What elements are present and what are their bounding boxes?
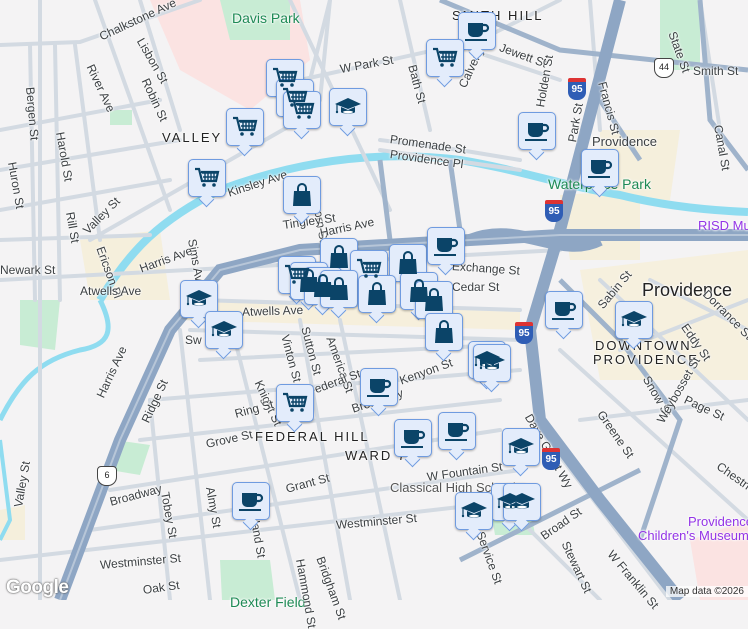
poi-label[interactable]: Providence: [688, 514, 748, 529]
coffee-cup-icon: [237, 491, 264, 513]
cafe-marker[interactable]: [360, 368, 398, 406]
grocery-marker[interactable]: [426, 39, 464, 77]
coffee-cup-icon: [365, 377, 392, 399]
shopping-bag-icon: [292, 183, 312, 207]
coffee-cup-icon: [550, 300, 577, 322]
poi-label[interactable]: Children's Museum: [638, 528, 748, 543]
neighborhood-label: DOWNTOWN: [595, 338, 692, 353]
coffee-cup-icon: [399, 428, 426, 450]
shopping-cart-icon: [431, 47, 458, 68]
poi-label[interactable]: RISD Mu: [698, 218, 748, 233]
school-marker[interactable]: [615, 301, 653, 339]
graduation-cap-icon: [210, 320, 238, 338]
shopping-cart-icon: [231, 116, 258, 137]
shopping-marker[interactable]: [358, 275, 396, 313]
shopping-cart-icon: [288, 99, 315, 120]
coffee-cup-icon: [523, 121, 550, 143]
shopping-bag-icon: [329, 277, 349, 301]
coffee-cup-icon: [586, 158, 613, 180]
i95-shield: 95: [568, 78, 586, 100]
cafe-marker[interactable]: [232, 482, 270, 520]
street-label: Atwells Ave: [241, 302, 304, 319]
shopping-cart-icon: [193, 167, 220, 188]
neighborhood-label: FEDERAL HILL: [255, 429, 370, 444]
cafe-marker[interactable]: [518, 112, 556, 150]
cafe-marker[interactable]: [438, 412, 476, 450]
grocery-marker[interactable]: [283, 91, 321, 129]
street-label: Atwells Ave: [80, 284, 142, 298]
coffee-cup-icon: [443, 421, 470, 443]
shopping-cart-icon: [355, 258, 382, 279]
i95-shield: 95: [545, 200, 563, 222]
i95-shield: 95: [515, 322, 533, 344]
cafe-marker[interactable]: [427, 227, 465, 265]
cafe-marker[interactable]: [458, 12, 496, 50]
shopping-marker[interactable]: [320, 238, 358, 276]
grocery-marker[interactable]: [188, 159, 226, 197]
shopping-bag-icon: [434, 320, 454, 344]
street-label: Cedar St: [452, 280, 500, 294]
school-marker[interactable]: [473, 344, 511, 382]
neighborhood-label: PROVIDENCE: [593, 352, 699, 367]
graduation-cap-icon: [460, 501, 488, 519]
map-attribution[interactable]: Map data ©2026: [665, 586, 748, 597]
cafe-marker[interactable]: [394, 419, 432, 457]
shopping-marker[interactable]: [320, 270, 358, 308]
school-marker[interactable]: [180, 280, 218, 318]
cafe-marker[interactable]: [545, 291, 583, 329]
graduation-cap-icon: [185, 289, 213, 307]
us6-shield: 6: [97, 466, 117, 486]
graduation-cap-icon: [507, 437, 535, 455]
shopping-bag-icon: [329, 245, 349, 269]
school-marker[interactable]: [329, 88, 367, 126]
i95-shield: 95: [542, 448, 560, 470]
school-marker[interactable]: [205, 311, 243, 349]
park-label[interactable]: Dexter Field: [230, 594, 305, 610]
google-logo: Google: [6, 577, 69, 598]
grocery-marker[interactable]: [226, 108, 264, 146]
street-label: Newark St: [0, 263, 56, 277]
us44-shield: 44: [654, 58, 674, 78]
school-marker[interactable]: [455, 492, 493, 530]
park-label[interactable]: Davis Park: [232, 10, 300, 26]
shopping-marker[interactable]: [425, 313, 463, 351]
graduation-cap-icon: [620, 310, 648, 328]
graduation-cap-icon: [508, 492, 536, 510]
shopping-bag-icon: [424, 288, 444, 312]
shopping-cart-icon: [281, 392, 308, 413]
cafe-marker[interactable]: [581, 149, 619, 187]
school-marker[interactable]: [502, 428, 540, 466]
shopping-marker[interactable]: [283, 176, 321, 214]
street-label: Smith St: [693, 64, 739, 78]
station-label[interactable]: Providence: [592, 134, 657, 149]
street-label: Sw: [185, 333, 202, 347]
school-marker[interactable]: [503, 483, 541, 521]
graduation-cap-icon: [478, 353, 506, 371]
grocery-marker[interactable]: [276, 384, 314, 422]
coffee-cup-icon: [432, 236, 459, 258]
coffee-cup-icon: [463, 21, 490, 43]
graduation-cap-icon: [334, 97, 362, 115]
shopping-marker[interactable]: [415, 281, 453, 319]
neighborhood-label: VALLEY: [162, 130, 223, 145]
shopping-bag-icon: [398, 251, 418, 275]
shopping-bag-icon: [367, 282, 387, 306]
